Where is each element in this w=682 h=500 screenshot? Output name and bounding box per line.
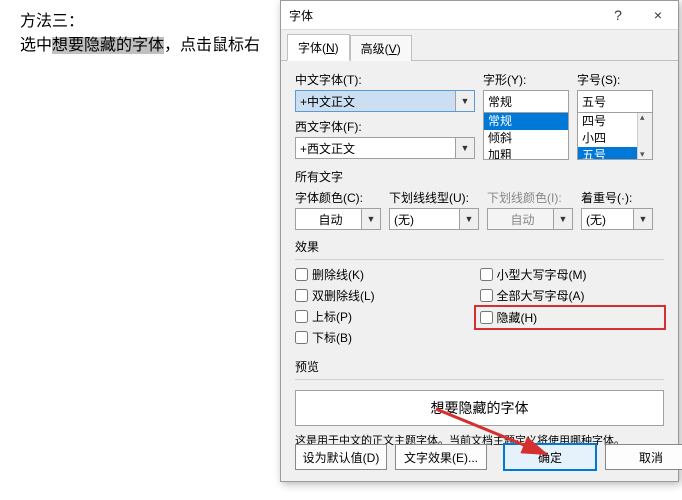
cjk-font-combo[interactable]: +中文正文 ▼ xyxy=(295,90,475,112)
emphasis-combo[interactable]: (无) ▼ xyxy=(581,208,653,230)
latin-font-combo[interactable]: +西文正文 ▼ xyxy=(295,137,475,159)
tab-advanced[interactable]: 高级(V) xyxy=(350,35,412,61)
preview-box: 想要隐藏的字体 xyxy=(295,390,664,426)
underline-color-combo: 自动 ▼ xyxy=(487,208,573,230)
checkbox-subscript[interactable]: 下标(B) xyxy=(295,329,480,346)
font-size-label: 字号(S): xyxy=(577,71,653,88)
highlight-box: 隐藏(H) xyxy=(474,305,667,330)
font-size-list[interactable]: 四号 小四 五号 xyxy=(577,112,653,160)
close-button[interactable]: × xyxy=(638,1,678,29)
font-style-label: 字形(Y): xyxy=(483,71,569,88)
effects-group: 删除线(K) 双删除线(L) 上标(P) 下标(B) 小型大写字母(M) 全部大… xyxy=(295,259,664,350)
titlebar: 字体 ? × xyxy=(281,1,678,30)
chevron-down-icon: ▼ xyxy=(553,209,572,229)
effects-label: 效果 xyxy=(295,238,664,255)
underline-color-label: 下划线颜色(I): xyxy=(487,189,573,206)
checkbox-strike[interactable]: 删除线(K) xyxy=(295,266,480,283)
tab-strip: 字体(N) 高级(V) xyxy=(281,34,678,61)
bg-selected-text: 想要隐藏的字体 xyxy=(52,37,164,54)
dialog-title: 字体 xyxy=(289,7,598,24)
scrollbar[interactable] xyxy=(637,113,652,159)
cancel-button[interactable]: 取消 xyxy=(605,444,682,470)
checkbox-allcaps[interactable]: 全部大写字母(A) xyxy=(480,287,665,304)
checkbox-double-strike[interactable]: 双删除线(L) xyxy=(295,287,480,304)
chevron-down-icon: ▼ xyxy=(633,209,652,229)
font-color-combo[interactable]: 自动 ▼ xyxy=(295,208,381,230)
checkbox-hidden[interactable]: 隐藏(H) xyxy=(480,309,661,326)
dialog-content: 中文字体(T): +中文正文 ▼ 西文字体(F): +西文正文 ▼ 字形(Y):… xyxy=(281,61,678,454)
font-style-input[interactable]: 常规 xyxy=(483,90,569,112)
button-bar: 设为默认值(D) 文字效果(E)... 确定 取消 xyxy=(295,443,664,471)
ok-button[interactable]: 确定 xyxy=(503,443,597,471)
tab-font[interactable]: 字体(N) xyxy=(287,34,350,61)
underline-style-label: 下划线线型(U): xyxy=(389,189,479,206)
help-button[interactable]: ? xyxy=(598,1,638,29)
underline-style-combo[interactable]: (无) ▼ xyxy=(389,208,479,230)
font-style-list[interactable]: 常规 倾斜 加粗 xyxy=(483,112,569,160)
checkbox-smallcaps[interactable]: 小型大写字母(M) xyxy=(480,266,665,283)
preview-label: 预览 xyxy=(295,358,664,375)
bg-line-2: 选中想要隐藏的字体，点击鼠标右 xyxy=(20,34,260,58)
preview-group: 想要隐藏的字体 这是用于中文的正文主题字体。当前文档主题定义将使用哪种字体。 xyxy=(295,379,664,448)
checkbox-superscript[interactable]: 上标(P) xyxy=(295,308,480,325)
list-item[interactable]: 加粗 xyxy=(484,147,568,160)
font-dialog: 字体 ? × 字体(N) 高级(V) 中文字体(T): +中文正文 ▼ 西文字体… xyxy=(280,0,679,482)
chevron-down-icon: ▼ xyxy=(455,91,474,111)
chevron-down-icon: ▼ xyxy=(455,138,474,158)
cjk-font-label: 中文字体(T): xyxy=(295,71,475,88)
latin-font-label: 西文字体(F): xyxy=(295,118,475,135)
set-default-button[interactable]: 设为默认值(D) xyxy=(295,444,387,470)
preview-text: 想要隐藏的字体 xyxy=(431,398,529,418)
all-chars-label: 所有文字 xyxy=(295,168,664,185)
list-item[interactable]: 常规 xyxy=(484,113,568,130)
bg-line-1: 方法三： xyxy=(20,10,260,34)
font-color-label: 字体颜色(C): xyxy=(295,189,381,206)
list-item[interactable]: 倾斜 xyxy=(484,130,568,147)
chevron-down-icon: ▼ xyxy=(459,209,478,229)
font-size-input[interactable]: 五号 xyxy=(577,90,653,112)
text-effects-button[interactable]: 文字效果(E)... xyxy=(395,444,487,470)
chevron-down-icon: ▼ xyxy=(361,209,380,229)
document-background-text: 方法三： 选中想要隐藏的字体，点击鼠标右 xyxy=(20,10,260,58)
emphasis-label: 着重号(·): xyxy=(581,189,653,206)
